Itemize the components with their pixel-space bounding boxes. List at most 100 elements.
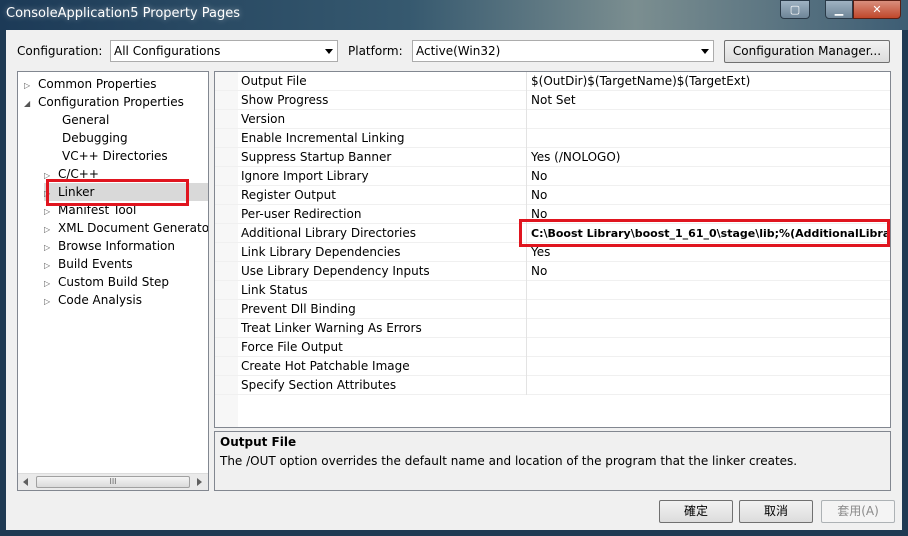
property-row[interactable]: Force File Output xyxy=(215,338,890,357)
property-name: Per-user Redirection xyxy=(240,205,527,224)
window-title: ConsoleApplication5 Property Pages xyxy=(6,6,241,21)
property-name: Link Status xyxy=(240,281,527,300)
property-value[interactable]: No xyxy=(528,167,890,186)
property-value[interactable] xyxy=(528,376,890,395)
window-option-button[interactable]: ▢ xyxy=(780,0,810,19)
property-row[interactable]: Version xyxy=(215,110,890,129)
property-name: Force File Output xyxy=(240,338,527,357)
description-panel: Output File The /OUT option overrides th… xyxy=(214,431,891,491)
tree-item-label: Configuration Properties xyxy=(38,95,184,109)
tree-horizontal-scrollbar[interactable]: III xyxy=(18,473,208,490)
collapse-arrow-icon[interactable]: ◢ xyxy=(24,95,38,113)
property-name: Prevent Dll Binding xyxy=(240,300,527,319)
property-name: Output File xyxy=(240,72,527,91)
tree-item-xml-document-generator[interactable]: ▷ XML Document Generator xyxy=(44,219,209,237)
description-text: The /OUT option overrides the default na… xyxy=(220,454,798,468)
property-name: Show Progress xyxy=(240,91,527,110)
scroll-left-icon[interactable] xyxy=(23,478,28,486)
property-name: Additional Library Directories xyxy=(240,224,527,243)
close-icon: ✕ xyxy=(872,3,882,16)
property-row[interactable]: Suppress Startup Banner Yes (/NOLOGO) xyxy=(215,148,890,167)
scroll-right-icon[interactable] xyxy=(197,478,202,486)
platform-select[interactable]: Active(Win32) xyxy=(412,40,714,62)
property-name: Create Hot Patchable Image xyxy=(240,357,527,376)
property-value[interactable]: $(OutDir)$(TargetName)$(TargetExt) xyxy=(528,72,890,91)
expand-arrow-icon[interactable]: ▷ xyxy=(44,293,58,311)
description-title: Output File xyxy=(220,435,297,449)
property-row[interactable]: Link Status xyxy=(215,281,890,300)
configuration-manager-button[interactable]: Configuration Manager... xyxy=(724,40,890,63)
property-grid: Output File $(OutDir)$(TargetName)$(Targe… xyxy=(214,71,891,428)
window-icon: ▢ xyxy=(789,3,801,16)
tree-item-code-analysis[interactable]: ▷ Code Analysis xyxy=(44,291,142,309)
minimize-button[interactable]: ▁ xyxy=(825,0,853,19)
property-row[interactable]: Show Progress Not Set xyxy=(215,91,890,110)
minimize-icon: ▁ xyxy=(834,3,844,16)
property-row[interactable]: Use Library Dependency Inputs No xyxy=(215,262,890,281)
property-row[interactable]: Treat Linker Warning As Errors xyxy=(215,319,890,338)
cancel-button[interactable]: 取消 xyxy=(739,500,813,523)
property-name: Version xyxy=(240,110,527,129)
tree-item-label: Common Properties xyxy=(38,77,157,91)
tree-item-label: Custom Build Step xyxy=(58,275,170,289)
configuration-select[interactable]: All Configurations xyxy=(110,40,338,62)
property-value[interactable] xyxy=(528,319,890,338)
title-bar: ConsoleApplication5 Property Pages ▢ ▁ ✕ xyxy=(0,0,908,30)
property-value[interactable]: Not Set xyxy=(528,91,890,110)
tree-item-debugging[interactable]: Debugging xyxy=(48,129,128,147)
property-value[interactable] xyxy=(528,129,890,148)
property-tree: ▷ Common Properties ◢ Configuration Proper… xyxy=(17,71,209,491)
property-row[interactable]: Prevent Dll Binding xyxy=(215,300,890,319)
chevron-down-icon xyxy=(325,49,333,54)
property-value[interactable]: No xyxy=(528,186,890,205)
property-value[interactable]: Yes (/NOLOGO) xyxy=(528,148,890,167)
property-name: Enable Incremental Linking xyxy=(240,129,527,148)
apply-button[interactable]: 套用(A) xyxy=(821,500,895,523)
tree-item-browse-information[interactable]: ▷ Browse Information xyxy=(44,237,175,255)
property-row[interactable]: Specify Section Attributes xyxy=(215,376,890,395)
tree-item-custom-build-step[interactable]: ▷ Custom Build Step xyxy=(44,273,169,291)
property-name: Link Library Dependencies xyxy=(240,243,527,262)
property-value[interactable] xyxy=(528,110,890,129)
property-name: Specify Section Attributes xyxy=(240,376,527,395)
tree-item-label: Code Analysis xyxy=(58,293,142,307)
tree-item-label: XML Document Generator xyxy=(58,221,209,235)
linker-highlight-box xyxy=(46,179,189,206)
property-name: Use Library Dependency Inputs xyxy=(240,262,527,281)
property-row[interactable]: Enable Incremental Linking xyxy=(215,129,890,148)
library-directories-highlight-box xyxy=(519,219,890,247)
property-value[interactable] xyxy=(528,357,890,376)
property-value[interactable]: No xyxy=(528,262,890,281)
tree-item-label: Debugging xyxy=(62,131,128,145)
property-name: Treat Linker Warning As Errors xyxy=(240,319,527,338)
chevron-down-icon xyxy=(701,49,709,54)
tree-item-vc-directories[interactable]: VC++ Directories xyxy=(48,147,168,165)
tree-item-common-properties[interactable]: ▷ Common Properties xyxy=(24,75,157,93)
tree-item-label: Browse Information xyxy=(58,239,175,253)
tree-item-general[interactable]: General xyxy=(48,111,109,129)
tree-item-label: General xyxy=(62,113,110,127)
configuration-value: All Configurations xyxy=(114,44,221,58)
platform-label: Platform: xyxy=(348,44,403,58)
property-row[interactable]: Ignore Import Library No xyxy=(215,167,890,186)
grip-icon: III xyxy=(109,477,117,486)
property-name: Suppress Startup Banner xyxy=(240,148,527,167)
property-row[interactable]: Register Output No xyxy=(215,186,890,205)
platform-value: Active(Win32) xyxy=(416,44,501,58)
close-button[interactable]: ✕ xyxy=(853,0,901,19)
tree-item-build-events[interactable]: ▷ Build Events xyxy=(44,255,133,273)
property-value[interactable] xyxy=(528,300,890,319)
property-pages-dialog: Configuration: All Configurations Platfo… xyxy=(6,30,902,530)
property-value[interactable] xyxy=(528,338,890,357)
property-name: Register Output xyxy=(240,186,527,205)
property-row[interactable]: Output File $(OutDir)$(TargetName)$(Targe… xyxy=(215,72,890,91)
configuration-label: Configuration: xyxy=(17,44,103,58)
tree-item-configuration-properties[interactable]: ◢ Configuration Properties xyxy=(24,93,184,111)
property-row[interactable]: Create Hot Patchable Image xyxy=(215,357,890,376)
property-value[interactable] xyxy=(528,281,890,300)
ok-button[interactable]: 確定 xyxy=(659,500,733,523)
tree-item-label: Build Events xyxy=(58,257,133,271)
property-name: Ignore Import Library xyxy=(240,167,527,186)
tree-item-label: VC++ Directories xyxy=(62,149,168,163)
scrollbar-thumb[interactable]: III xyxy=(36,476,190,488)
